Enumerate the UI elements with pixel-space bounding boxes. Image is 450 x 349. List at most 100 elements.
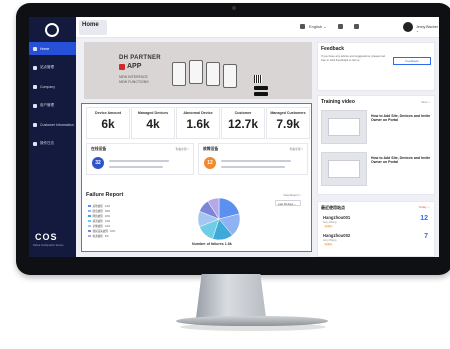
- kpi-label: Abnormal Device: [177, 111, 219, 115]
- phone-mockup-icon: [189, 60, 203, 84]
- kpi-device-amount[interactable]: Device Amount 6k: [86, 107, 130, 139]
- site-name[interactable]: Hangzhou001: [323, 215, 350, 220]
- text-line: [221, 166, 285, 168]
- kpi-value: 4k: [132, 117, 174, 131]
- home-icon: [33, 47, 37, 51]
- legend-label: 通道故障: [93, 219, 103, 223]
- feedback-title: Feedback: [321, 46, 344, 52]
- legend-value: 18%: [105, 210, 110, 213]
- site-count: 12: [420, 215, 428, 222]
- legend-swatch: [88, 220, 91, 223]
- brand-logo: COS: [35, 232, 58, 242]
- legend-value: 21%: [105, 205, 110, 208]
- legend-item: 硬盘故障18%: [88, 209, 110, 213]
- camera-dot: [232, 6, 236, 10]
- message-icon[interactable]: [354, 24, 359, 29]
- count-badge: 12: [204, 157, 216, 169]
- kpi-customer[interactable]: Customer 12.7k: [221, 107, 265, 139]
- kpi-value: 1.6k: [177, 117, 219, 131]
- video-thumbnail[interactable]: [321, 152, 367, 186]
- avatar[interactable]: [403, 22, 413, 32]
- legend-value: 12%: [105, 225, 110, 228]
- failure-caption-label: Number of failures: [192, 242, 224, 246]
- sidebar-item-users[interactable]: 用户管理: [29, 99, 76, 112]
- video-thumbnail[interactable]: [321, 110, 367, 144]
- sidebar-item-label: Home: [40, 47, 49, 51]
- view-report-link[interactable]: View Report >: [283, 193, 301, 197]
- video-preview-icon: [328, 160, 360, 178]
- legend-swatch: [88, 235, 91, 238]
- kpi-label: Managed Devices: [132, 111, 174, 115]
- legend-swatch: [88, 205, 91, 208]
- panel-title: 在线设备: [91, 147, 106, 152]
- period-select[interactable]: Last 30 days ⌄: [275, 200, 301, 206]
- status-badge: Active: [324, 225, 333, 228]
- failure-report-card: Failure Report View Report > Last 30 day…: [84, 190, 309, 250]
- legend-label: 其他故障: [93, 204, 103, 208]
- sidebar-item-label: 用户管理: [40, 103, 54, 108]
- legend-label: 网络故障: [93, 214, 103, 218]
- video-preview-icon: [328, 118, 360, 136]
- legend-item: 通道故障14%: [88, 219, 110, 223]
- sidebar-item-label: Company: [40, 85, 55, 89]
- video-caption[interactable]: How to Add Site, Devices and Invite Owne…: [371, 156, 433, 165]
- kpi-value: 7.9k: [267, 117, 309, 131]
- training-title: Training video: [321, 99, 355, 105]
- failure-total: 1.8k: [225, 242, 232, 246]
- text-line: [109, 166, 163, 168]
- legend-value: 10%: [110, 230, 115, 233]
- legend-swatch: [88, 215, 91, 218]
- site-status: Active: [323, 243, 333, 246]
- failure-caption: Number of failures 1.8k: [192, 242, 232, 246]
- user-menu[interactable]: Jenny Bischer ⌄: [416, 25, 439, 33]
- sidebar-item-label: 操作日志: [40, 141, 54, 146]
- monitor-base: [176, 316, 328, 326]
- app-logo-icon: [45, 23, 59, 37]
- banner-app: APP: [119, 63, 141, 70]
- kpi-managed-devices[interactable]: Managed Devices 4k: [131, 107, 175, 139]
- site-name[interactable]: Hangzhou002: [323, 233, 350, 238]
- kpi-label: Device Amount: [87, 111, 129, 115]
- language-select[interactable]: English ⌄: [309, 24, 327, 29]
- view-all-link[interactable]: 查看全部 >: [175, 147, 189, 151]
- grid-icon[interactable]: [338, 24, 343, 29]
- sidebar: Home 站点管理 Company 用户管理 Customer Informat…: [29, 17, 76, 257]
- phone-mockup-icon: [223, 64, 237, 88]
- more-link[interactable]: More >: [421, 100, 430, 104]
- banner-app-label: APP: [127, 63, 141, 70]
- promo-banner[interactable]: DH PARTNER APP NEW INTERFACE NEW FUNCTIO…: [84, 42, 312, 99]
- sidebar-item-logs[interactable]: 操作日志: [29, 137, 76, 150]
- feedback-text: If you have any advice and suggestions, …: [321, 55, 389, 62]
- qr-code-icon: [254, 75, 262, 83]
- count-badge: 32: [92, 157, 104, 169]
- sidebar-item-home[interactable]: Home: [29, 42, 76, 55]
- kpi-managed-customers[interactable]: Managed Customers 7.9k: [266, 107, 310, 139]
- kpi-label: Managed Customers: [267, 111, 309, 115]
- recent-sites-title: 最近使用站点: [321, 205, 345, 211]
- tab-home[interactable]: Home: [82, 22, 99, 28]
- failure-pie-chart: [197, 197, 241, 241]
- failure-report-title: Failure Report: [86, 192, 123, 198]
- site-count: 7: [424, 233, 428, 240]
- kpi-abnormal-device[interactable]: Abnormal Device 1.6k: [176, 107, 220, 139]
- google-play-icon[interactable]: [254, 92, 268, 96]
- sidebar-item-customer[interactable]: Customer Information: [29, 118, 76, 131]
- location-icon: [33, 66, 37, 70]
- sidebar-item-label: 站点管理: [40, 65, 54, 70]
- app-store-icon[interactable]: [254, 86, 268, 90]
- legend-label: 视频丢失故障: [93, 229, 109, 233]
- customer-icon: [33, 123, 37, 127]
- legend-value: 9%: [105, 235, 109, 238]
- legend-value: 14%: [105, 220, 110, 223]
- view-all-link[interactable]: 查看全部 >: [289, 147, 303, 151]
- screen: Home 站点管理 Company 用户管理 Customer Informat…: [29, 17, 439, 257]
- sidebar-item-company[interactable]: Company: [29, 80, 76, 93]
- company-icon: [33, 85, 37, 89]
- banner-line-1: NEW INTERFACE: [119, 75, 149, 80]
- feedback-button[interactable]: Feedback: [393, 57, 431, 65]
- period-select[interactable]: Today ⌄: [419, 205, 430, 209]
- banner-line-2: NEW FUNCTIONS: [119, 80, 149, 85]
- video-caption[interactable]: How to Add Site, Devices and Invite Owne…: [371, 114, 433, 123]
- sidebar-item-sites[interactable]: 站点管理: [29, 61, 76, 74]
- legend-item: 网络故障16%: [88, 214, 110, 218]
